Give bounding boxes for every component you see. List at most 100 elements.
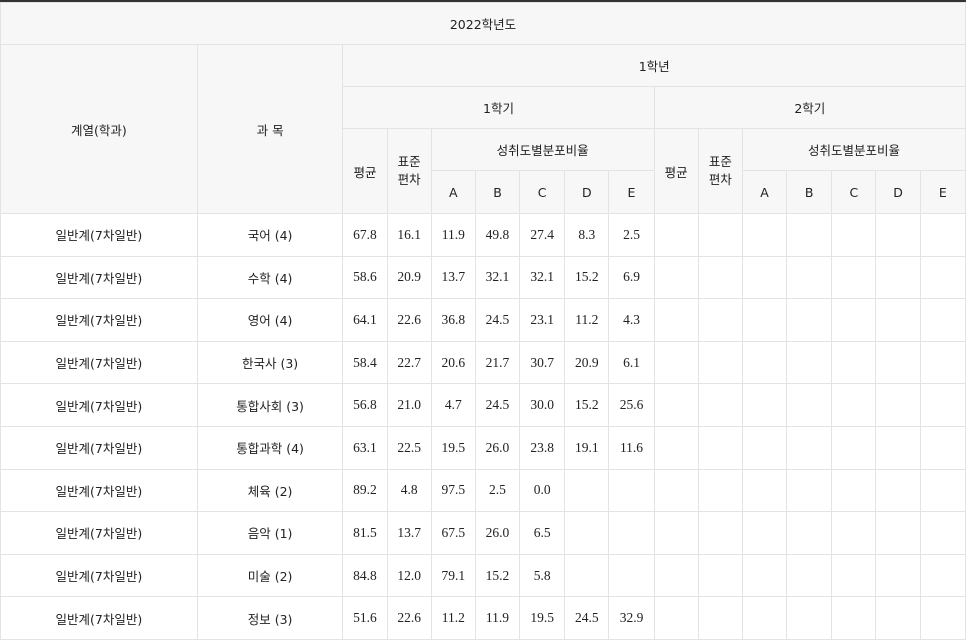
subject-cell: 통합사회 (3): [196, 383, 344, 427]
s1-avg-header: 평균: [342, 128, 388, 214]
avg-cell: 81.5: [342, 511, 388, 555]
dept-header: 계열(학과): [0, 44, 198, 214]
d-cell: 20.9: [564, 340, 610, 385]
a-cell: 36.8: [430, 298, 476, 342]
s2-cell: [653, 298, 699, 342]
s2-cell: [741, 553, 788, 598]
avg-cell: 51.6: [342, 596, 388, 640]
s2-cell: [741, 425, 788, 470]
table-row: 일반계(7차일반) 영어 (4) 64.1 22.6 36.8 24.5 23.…: [0, 298, 966, 342]
subject-cell: 국어 (4): [196, 213, 344, 257]
c-cell: 23.1: [519, 298, 566, 342]
std-cell: 22.5: [386, 425, 432, 470]
c-cell: 30.0: [519, 383, 566, 427]
d-cell: 15.2: [564, 255, 610, 300]
s2-cell: [653, 213, 699, 257]
b-cell: 26.0: [474, 425, 521, 470]
std-line-1: 표준: [397, 154, 421, 169]
s2-cell: [919, 468, 966, 513]
table-row: 일반계(7차일반) 한국사 (3) 58.4 22.7 20.6 21.7 30…: [0, 340, 966, 385]
c-cell: 0.0: [519, 468, 566, 513]
s2-cell: [919, 255, 966, 300]
std-cell: 13.7: [386, 511, 432, 555]
year-header: 2022학년도: [0, 2, 966, 45]
c-cell: 23.8: [519, 425, 566, 470]
s2-cell: [786, 298, 833, 342]
avg-cell: 58.4: [342, 340, 388, 385]
std-cell: 22.7: [386, 340, 432, 385]
std-cell: 4.8: [386, 468, 432, 513]
s2-cell: [831, 298, 877, 342]
s2-cell: [875, 511, 921, 555]
s2-cell: [741, 468, 788, 513]
b-cell: 2.5: [474, 468, 521, 513]
e-cell: 6.1: [608, 340, 655, 385]
s2-cell: [741, 383, 788, 427]
a-cell: 11.2: [430, 596, 476, 640]
s2-cell: [831, 340, 877, 385]
s2-cell: [831, 553, 877, 598]
subject-cell: 통합과학 (4): [196, 425, 344, 470]
s2-cell: [697, 383, 743, 427]
s2-cell: [831, 255, 877, 300]
subject-header: 과 목: [196, 44, 344, 214]
std-cell: 22.6: [386, 596, 432, 640]
dept-cell: 일반계(7차일반): [0, 553, 198, 598]
std-cell: 21.0: [386, 383, 432, 427]
s2-cell: [697, 425, 743, 470]
s2-cell: [875, 383, 921, 427]
s2-cell: [919, 425, 966, 470]
s2-cell: [741, 213, 788, 257]
a-cell: 13.7: [430, 255, 476, 300]
s2-cell: [697, 340, 743, 385]
e-cell: 4.3: [608, 298, 655, 342]
std-cell: 22.6: [386, 298, 432, 342]
subject-cell: 체육 (2): [196, 468, 344, 513]
dept-cell: 일반계(7차일반): [0, 298, 198, 342]
s2-std-header: 표준 편차: [697, 128, 743, 214]
subject-cell: 한국사 (3): [196, 340, 344, 385]
s2-cell: [653, 383, 699, 427]
s1-grade-c: C: [519, 170, 566, 214]
subject-cell: 정보 (3): [196, 596, 344, 640]
s2-grade-d: D: [875, 170, 921, 214]
s2-cell: [697, 596, 743, 640]
a-cell: 19.5: [430, 425, 476, 470]
dept-cell: 일반계(7차일반): [0, 511, 198, 555]
std-line-2: 편차: [708, 172, 732, 187]
a-cell: 67.5: [430, 511, 476, 555]
b-cell: 32.1: [474, 255, 521, 300]
semester2-header: 2학기: [653, 86, 966, 129]
s2-cell: [831, 511, 877, 555]
b-cell: 21.7: [474, 340, 521, 385]
e-cell: 32.9: [608, 596, 655, 640]
s2-cell: [786, 213, 833, 257]
s2-cell: [653, 553, 699, 598]
a-cell: 20.6: [430, 340, 476, 385]
c-cell: 19.5: [519, 596, 566, 640]
s2-cell: [786, 511, 833, 555]
s2-grade-b: B: [786, 170, 833, 214]
s2-cell: [697, 298, 743, 342]
table-row: 일반계(7차일반) 통합과학 (4) 63.1 22.5 19.5 26.0 2…: [0, 425, 966, 470]
s2-cell: [875, 553, 921, 598]
s2-cell: [653, 425, 699, 470]
s2-cell: [741, 298, 788, 342]
grade-header: 1학년: [342, 44, 966, 87]
s2-cell: [919, 511, 966, 555]
s2-cell: [786, 383, 833, 427]
s2-cell: [831, 596, 877, 640]
avg-cell: 67.8: [342, 213, 388, 257]
dept-cell: 일반계(7차일반): [0, 255, 198, 300]
b-cell: 24.5: [474, 298, 521, 342]
c-cell: 30.7: [519, 340, 566, 385]
s2-cell: [875, 468, 921, 513]
subject-cell: 수학 (4): [196, 255, 344, 300]
s1-std-header: 표준 편차: [386, 128, 432, 214]
d-cell: 11.2: [564, 298, 610, 342]
table-row: 일반계(7차일반) 미술 (2) 84.8 12.0 79.1 15.2 5.8: [0, 553, 966, 598]
e-cell: 11.6: [608, 425, 655, 470]
s2-cell: [875, 298, 921, 342]
s2-cell: [875, 425, 921, 470]
s2-cell: [741, 340, 788, 385]
